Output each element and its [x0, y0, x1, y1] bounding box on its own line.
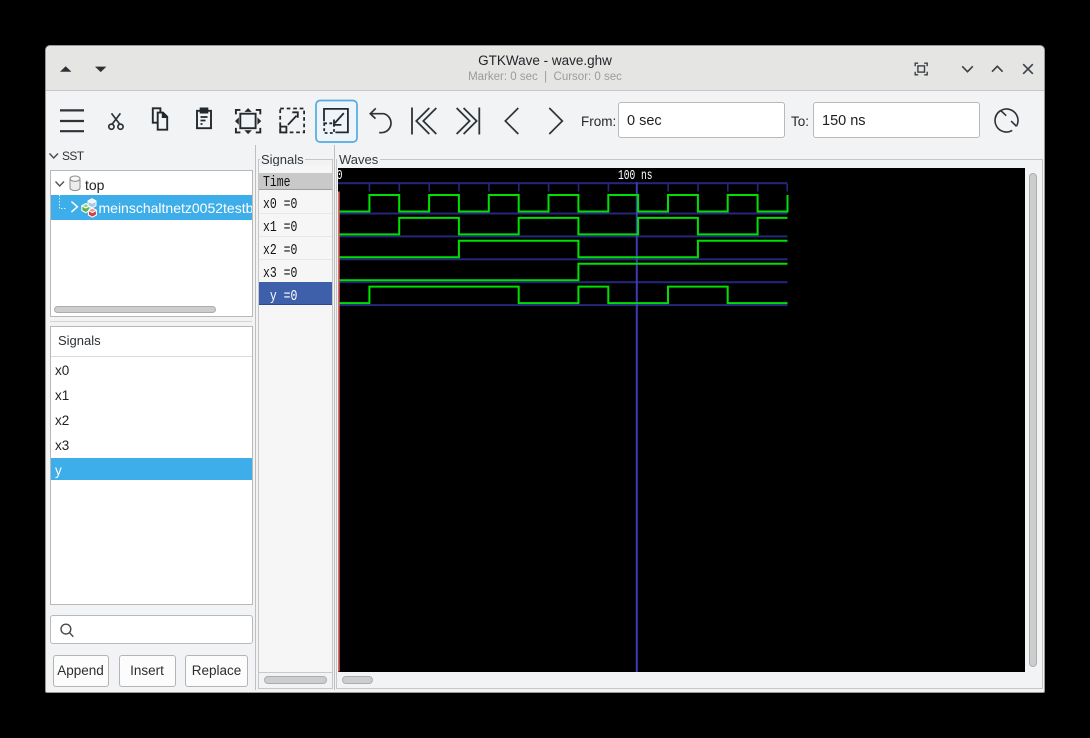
svg-text:0: 0 [338, 168, 343, 184]
svg-text:100 ns: 100 ns [618, 168, 653, 184]
